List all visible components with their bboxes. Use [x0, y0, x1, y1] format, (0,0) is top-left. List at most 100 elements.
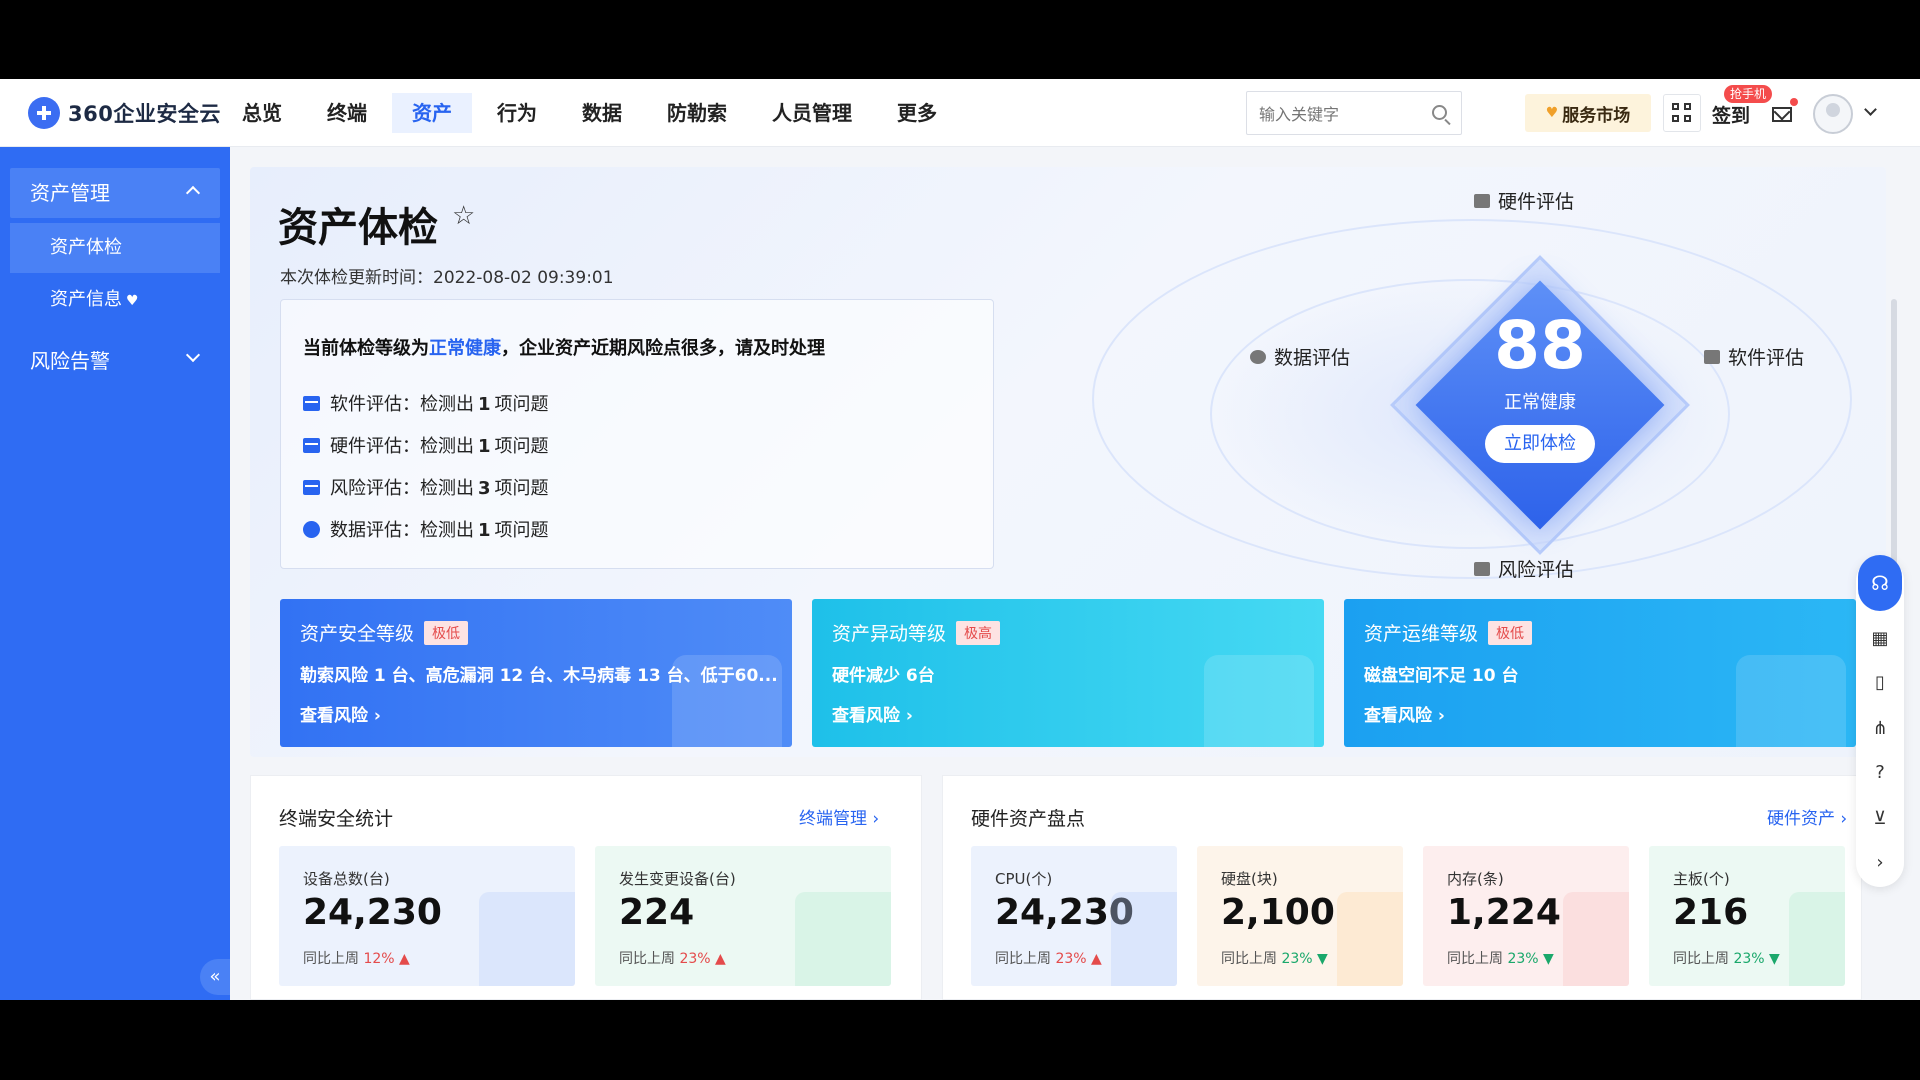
- update-time-label: 本次体检更新时间：: [280, 268, 433, 288]
- shield-icon: [672, 655, 782, 747]
- issue-label: 数据评估：检测出: [330, 520, 474, 541]
- axis-hardware: 硬件评估: [1474, 187, 1574, 214]
- stat-compare-label: 同比上周: [619, 951, 675, 967]
- search-icon[interactable]: [1432, 105, 1447, 120]
- apps-grid-icon[interactable]: [1663, 94, 1701, 132]
- disk-icon: [1337, 892, 1403, 986]
- sidebar-item-asset-checkup[interactable]: 资产体检: [10, 223, 220, 273]
- level-card-change: 资产异动等级 极高 硬件减少 6台 查看风险 ›: [812, 599, 1324, 747]
- issue-unit: 项问题: [494, 436, 549, 457]
- top-navbar: 360企业安全云 总览 终端 资产 行为 数据 防勒索 人员管理 更多 ♥ 服务…: [0, 79, 1920, 147]
- stat-label: 内存(条): [1447, 870, 1504, 888]
- level-card-ops: 资产运维等级 极低 磁盘空间不足 10 台 查看风险 ›: [1344, 599, 1856, 747]
- phone-icon[interactable]: ▯: [1870, 673, 1890, 693]
- issue-unit: 项问题: [494, 520, 549, 541]
- user-avatar[interactable]: [1813, 94, 1853, 134]
- issue-risk: 风险评估：检测出 3 项问题: [303, 474, 549, 500]
- update-time-value: 2022-08-02 09:39:01: [433, 268, 614, 288]
- heart-icon: ♥: [1545, 105, 1559, 121]
- stat-card-changed-devices: 发生变更设备(台) 224 同比上周 23% ▲: [595, 846, 891, 986]
- sidebar-item-asset-info[interactable]: 资产信息 ♥: [10, 275, 220, 325]
- nav-item-more[interactable]: 更多: [877, 93, 957, 133]
- stat-label: 设备总数(台): [303, 870, 390, 888]
- stat-value: 1,224: [1447, 892, 1561, 933]
- sidebar-group-label: 资产管理: [30, 181, 110, 205]
- stat-compare: 同比上周 23% ▼: [1673, 948, 1780, 968]
- stat-card-devices: 设备总数(台) 24,230 同比上周 12% ▲: [279, 846, 575, 986]
- nav-item-overview[interactable]: 总览: [222, 93, 302, 133]
- chevron-right-icon[interactable]: ›: [1870, 853, 1890, 873]
- app-window: 360企业安全云 总览 终端 资产 行为 数据 防勒索 人员管理 更多 ♥ 服务…: [0, 79, 1920, 1000]
- stat-value: 2,100: [1221, 892, 1335, 933]
- terminal-manage-link[interactable]: 终端管理 ›: [799, 804, 879, 829]
- view-risk-link[interactable]: 查看风险 ›: [1364, 701, 1445, 726]
- nav-item-terminal[interactable]: 终端: [307, 93, 387, 133]
- nav-item-data[interactable]: 数据: [562, 93, 642, 133]
- mail-icon[interactable]: [1772, 107, 1792, 122]
- transfer-icon: [795, 892, 891, 986]
- service-market-button[interactable]: ♥ 服务市场: [1525, 94, 1651, 132]
- software-icon: [303, 395, 320, 411]
- search-input[interactable]: [1259, 102, 1429, 126]
- level-title-text: 资产异动等级: [832, 623, 947, 645]
- org-icon[interactable]: ⋔: [1870, 719, 1890, 739]
- stat-percent: 12%: [363, 951, 395, 967]
- headset-icon[interactable]: ☊: [1858, 555, 1902, 611]
- stat-card-cpu: CPU(个) 24,230 同比上周 23% ▲: [971, 846, 1177, 986]
- axis-data: 数据评估: [1250, 343, 1350, 370]
- stat-percent: 23%: [1055, 951, 1087, 967]
- summary-heading: 当前体检等级为正常健康，企业资产近期风险点很多，请及时处理: [303, 334, 825, 360]
- qrcode-icon[interactable]: ▦: [1870, 629, 1890, 649]
- chevron-down-icon: [185, 347, 201, 363]
- nav-item-behavior[interactable]: 行为: [477, 93, 557, 133]
- checkup-summary: 当前体检等级为正常健康，企业资产近期风险点很多，请及时处理 软件评估：检测出 1 项…: [280, 299, 994, 569]
- level-tag: 极低: [424, 620, 469, 645]
- stat-compare-label: 同比上周: [1447, 951, 1503, 967]
- trend-down-icon: ▼: [1769, 951, 1780, 967]
- stat-percent: 23%: [1733, 951, 1765, 967]
- axis-label-text: 硬件评估: [1498, 191, 1575, 213]
- sidebar-group-asset-management[interactable]: 资产管理: [10, 168, 220, 218]
- update-time: 本次体检更新时间：2022-08-02 09:39:01: [280, 263, 614, 288]
- stat-label: 发生变更设备(台): [619, 870, 736, 888]
- nav-item-assets[interactable]: 资产: [392, 93, 472, 133]
- check-now-button[interactable]: 立即体检: [1485, 425, 1595, 463]
- brand-logo[interactable]: 360企业安全云: [28, 96, 221, 130]
- warning-icon: [1474, 561, 1490, 576]
- level-card-security: 资产安全等级 极低 勒索风险 1 台、高危漏洞 12 台、木马病毒 13 台、低于…: [280, 599, 792, 747]
- main-nav: 总览 终端 资产 行为 数据 防勒索 人员管理 更多: [222, 93, 962, 133]
- trend-up-icon: ▲: [399, 951, 410, 967]
- nav-item-people[interactable]: 人员管理: [752, 93, 872, 133]
- view-risk-link[interactable]: 查看风险 ›: [832, 701, 913, 726]
- stat-card-disk: 硬盘(块) 2,100 同比上周 23% ▼: [1197, 846, 1403, 986]
- issue-label: 硬件评估：检测出: [330, 436, 474, 457]
- hardware-assets-link[interactable]: 硬件资产 ›: [1767, 804, 1847, 829]
- issue-label: 风险评估：检测出: [330, 478, 474, 499]
- cart-icon[interactable]: ⊻: [1870, 809, 1890, 829]
- signin-button[interactable]: 签到: [1712, 101, 1750, 128]
- heart-icon: ♥: [126, 293, 139, 309]
- page-title: 资产体检: [278, 205, 438, 251]
- stat-compare: 同比上周 23% ▲: [995, 948, 1102, 968]
- sidebar-collapse-button[interactable]: «: [200, 959, 230, 995]
- nav-item-antiransom[interactable]: 防勒索: [647, 93, 747, 133]
- stat-compare-label: 同比上周: [1221, 951, 1277, 967]
- issue-count: 1: [478, 520, 491, 541]
- stat-compare: 同比上周 23% ▼: [1221, 948, 1328, 968]
- level-desc: 硬件减少 6台: [832, 666, 935, 686]
- help-icon[interactable]: ?: [1870, 763, 1890, 783]
- issue-data: 数据评估：检测出 1 项问题: [303, 516, 549, 542]
- sidebar-group-risk-alert[interactable]: 风险告警: [10, 336, 220, 386]
- star-icon[interactable]: ☆: [452, 201, 475, 231]
- level-title: 资产异动等级 极高: [832, 619, 1001, 646]
- axis-label-text: 风险评估: [1498, 559, 1575, 581]
- axis-software: 软件评估: [1704, 343, 1804, 370]
- checkup-hero: 资产体检 ☆ 本次体检更新时间：2022-08-02 09:39:01 当前体检…: [250, 167, 1886, 757]
- summary-level: 正常健康: [429, 338, 501, 359]
- level-title: 资产安全等级 极低: [300, 619, 469, 646]
- level-title-text: 资产运维等级: [1364, 623, 1479, 645]
- software-icon: [1704, 349, 1720, 364]
- chevron-down-icon[interactable]: [1864, 103, 1877, 116]
- view-risk-link[interactable]: 查看风险 ›: [300, 701, 381, 726]
- axis-label-text: 软件评估: [1728, 347, 1805, 369]
